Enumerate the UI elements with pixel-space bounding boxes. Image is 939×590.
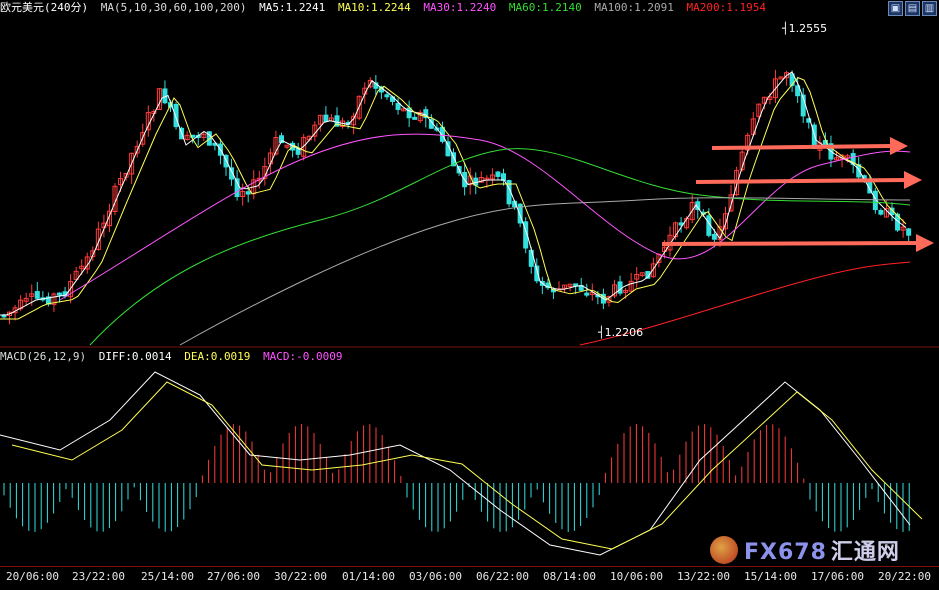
candle-body [57, 292, 62, 296]
dea-value: DEA:0.0019 [184, 350, 251, 363]
price-chart[interactable] [0, 0, 939, 566]
ma60-line [89, 148, 911, 346]
x-label: 23/22:00 [72, 570, 125, 583]
macd-params: MACD(26,12,9) [0, 350, 87, 363]
x-label: 20/06:00 [6, 570, 59, 583]
ma100-line [179, 197, 911, 346]
resistance-arrow [711, 144, 895, 150]
diff-line [0, 371, 911, 556]
candle-body [406, 107, 412, 119]
macd-legend: MACD(26,12,9) DIFF:0.0014 DEA:0.0019 MAC… [0, 350, 349, 364]
candle-body [245, 191, 251, 195]
candle-body [473, 177, 479, 186]
x-label: 15/14:00 [744, 570, 797, 583]
mid-arrow [695, 178, 909, 184]
x-label: 30/22:00 [274, 570, 327, 583]
mid-arrow-head [904, 171, 922, 189]
candle-body [495, 171, 501, 177]
x-label: 06/22:00 [476, 570, 529, 583]
candle-body [173, 103, 179, 128]
resistance-arrow-head [890, 137, 908, 155]
candle-body [384, 94, 390, 98]
candle-body [412, 116, 418, 120]
x-label: 17/06:00 [811, 570, 864, 583]
watermark-cn: 汇通网 [830, 540, 900, 565]
high-value: 1.2555 [788, 22, 828, 35]
x-label: 20/22:00 [878, 570, 931, 583]
candle-body [34, 291, 40, 299]
low-value: 1.2206 [604, 326, 644, 339]
watermark-en: FX678 [744, 540, 827, 565]
support-arrow-head [916, 234, 934, 252]
support-arrow [661, 241, 921, 246]
macd-value: MACD:-0.0009 [263, 350, 343, 363]
candle-body [584, 292, 590, 296]
x-label: 08/14:00 [543, 570, 596, 583]
fx678-logo-icon [710, 536, 738, 564]
ma30-line [59, 133, 911, 301]
candle-body [711, 233, 717, 240]
x-label: 01/14:00 [342, 570, 395, 583]
x-label: 13/22:00 [677, 570, 730, 583]
time-axis: 20/06:00 23/22:00 25/14:00 27/06:00 30/2… [0, 566, 939, 590]
candle-body [395, 102, 401, 110]
diff-value: DIFF:0.0014 [98, 350, 172, 363]
candle-body [323, 114, 329, 123]
candle-body [906, 228, 912, 236]
ma5-line [0, 71, 907, 316]
candle-body [617, 281, 623, 294]
x-label: 03/06:00 [409, 570, 462, 583]
x-label: 27/06:00 [207, 570, 260, 583]
fx678-watermark: FX678 汇通网 [710, 534, 900, 566]
candle-body [501, 173, 506, 181]
x-label: 25/14:00 [141, 570, 194, 583]
candle-body [878, 210, 884, 215]
low-annotation: ┤1.2206 [598, 326, 644, 339]
x-label: 10/06:00 [610, 570, 663, 583]
high-annotation: ┤1.2555 [782, 22, 828, 35]
